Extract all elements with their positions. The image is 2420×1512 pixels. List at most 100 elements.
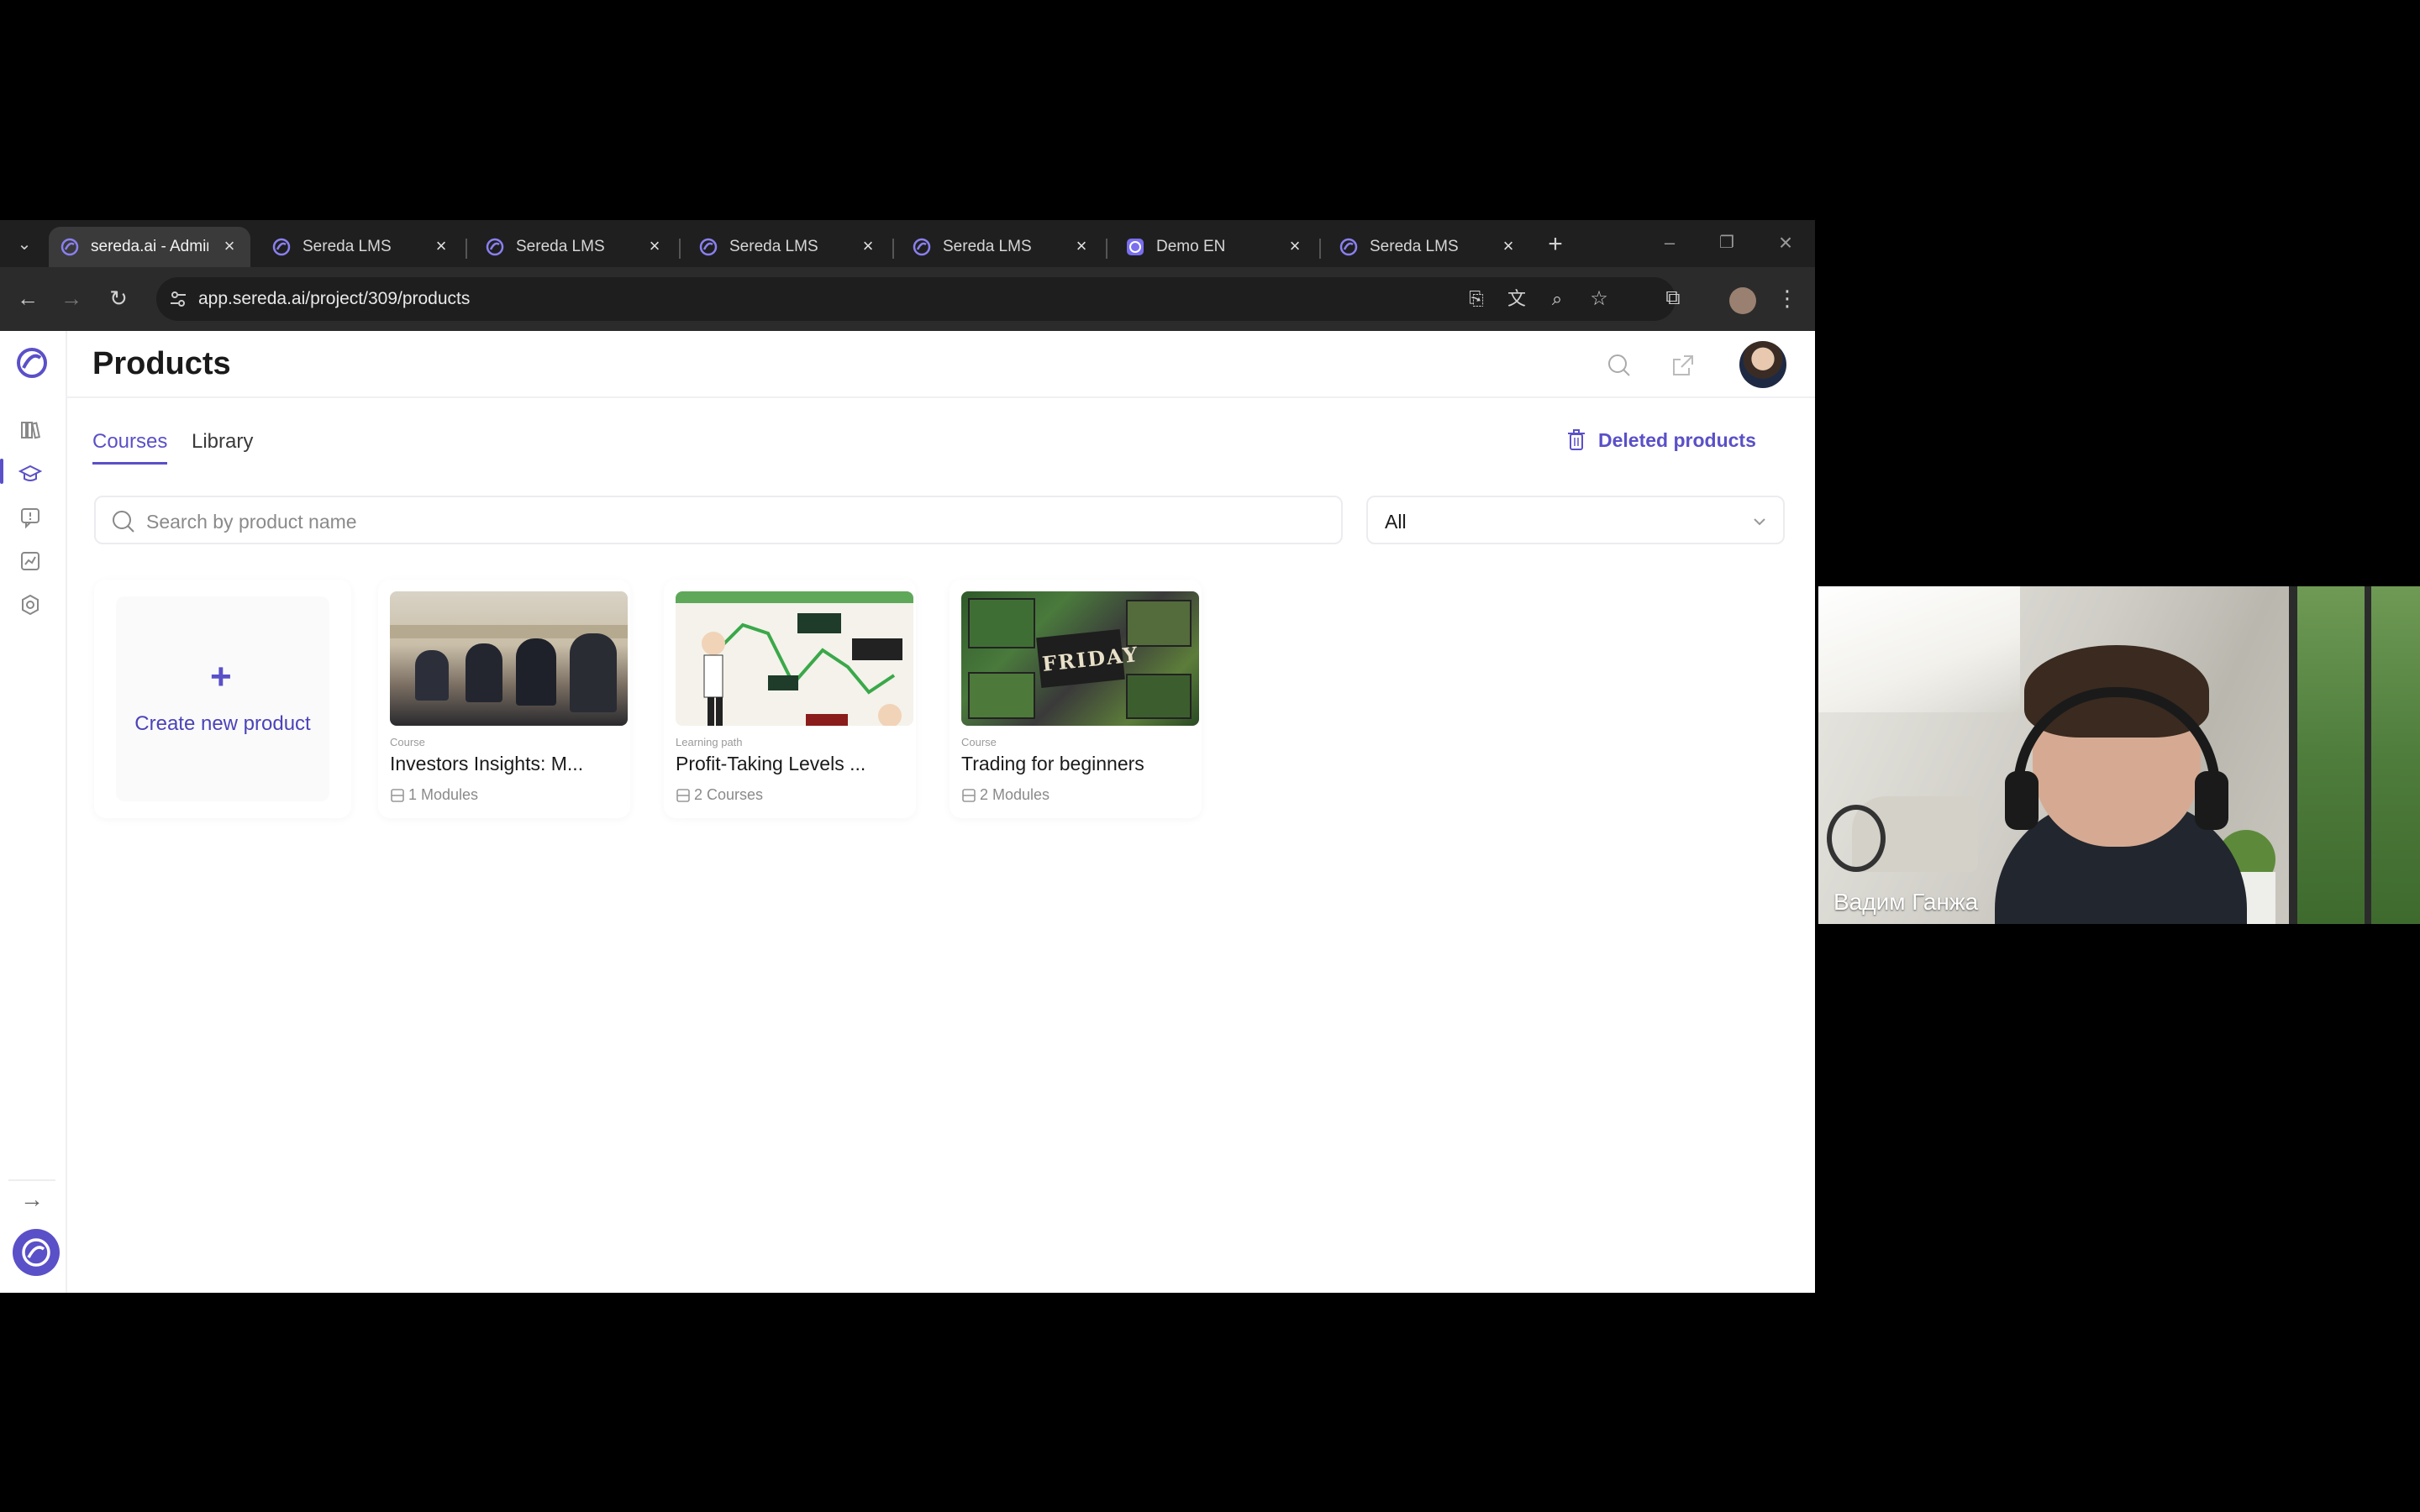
window-frame — [2289, 586, 2297, 924]
restore-icon[interactable]: ❐ — [1712, 228, 1741, 257]
close-icon[interactable]: × — [1499, 237, 1518, 255]
browser-tab-5[interactable]: Sereda LMS × — [901, 227, 1102, 267]
modules-icon — [962, 788, 976, 802]
product-meta-text: 2 Courses — [694, 786, 764, 803]
active-indicator — [0, 459, 3, 484]
sereda-favicon-icon — [1339, 238, 1358, 256]
browser-toolbar: ← → ↻ app.sereda.ai/project/309/products… — [0, 267, 1815, 331]
close-icon[interactable]: × — [432, 237, 450, 255]
translate-icon[interactable]: 文 — [1502, 285, 1531, 313]
search-field[interactable] — [94, 496, 1343, 544]
settings-gear-icon[interactable] — [18, 593, 42, 617]
demo-favicon-icon — [1127, 239, 1144, 255]
browser-tab-title: Sereda LMS — [1370, 238, 1459, 255]
product-card[interactable]: Learning path Profit-Taking Levels ... 2… — [664, 580, 916, 818]
deleted-products-label: Deleted products — [1598, 428, 1756, 451]
skylight — [1818, 586, 2020, 712]
external-link-icon[interactable] — [1670, 353, 1696, 378]
window-close-icon[interactable]: × — [1771, 228, 1800, 257]
product-name: Profit-Taking Levels ... — [676, 753, 866, 774]
modules-icon — [391, 788, 404, 802]
install-app-icon[interactable]: ⎘ — [1462, 285, 1491, 313]
close-icon[interactable]: × — [220, 237, 239, 255]
browser-tab-title: Sereda LMS — [943, 238, 1032, 255]
browser-menu-icon[interactable]: ⋮ — [1773, 284, 1802, 312]
product-meta-text: 2 Modules — [980, 786, 1050, 803]
sidebar-divider — [8, 1179, 55, 1181]
feedback-icon[interactable] — [18, 506, 42, 529]
headphone-cup-right — [2195, 771, 2228, 830]
product-name: Investors Insights: M... — [390, 753, 584, 774]
product-meta: 2 Courses — [676, 786, 763, 804]
search-icon[interactable] — [1607, 353, 1632, 378]
analytics-icon[interactable] — [18, 549, 42, 573]
browser-tab-title: Sereda LMS — [302, 238, 392, 255]
back-arrow-icon[interactable]: ← — [13, 284, 42, 312]
graduation-cap-icon[interactable] — [18, 462, 42, 486]
tab-divider — [679, 239, 681, 259]
chevron-down-icon — [1754, 518, 1765, 526]
browser-tab-2[interactable]: Sereda LMS × — [260, 227, 462, 267]
new-tab-plus-icon[interactable]: + — [1541, 230, 1570, 259]
sereda-logo-icon[interactable] — [15, 346, 49, 380]
minimize-icon[interactable]: – — [1655, 228, 1684, 257]
address-bar[interactable]: app.sereda.ai/project/309/products ⎘ 文 ⌕… — [156, 277, 1676, 321]
close-icon[interactable]: × — [1286, 237, 1304, 255]
zoom-icon[interactable]: ⌕ — [1543, 285, 1571, 313]
search-input[interactable] — [146, 509, 1306, 534]
product-meta: 2 Modules — [961, 786, 1050, 804]
close-icon[interactable]: × — [859, 237, 877, 255]
tab-divider — [466, 239, 467, 259]
sereda-assistant-icon[interactable] — [12, 1228, 60, 1277]
browser-tab-3[interactable]: Sereda LMS × — [474, 227, 676, 267]
forward-arrow-icon[interactable]: → — [57, 284, 86, 312]
courses-icon — [676, 788, 690, 802]
sereda-favicon-icon — [272, 238, 291, 256]
profile-avatar[interactable] — [1729, 287, 1756, 314]
browser-window: ⌄ sereda.ai - Admin × Sereda LMS × Sered… — [0, 220, 1815, 1293]
extensions-icon[interactable]: ⧉ — [1659, 284, 1687, 312]
product-card[interactable]: FRIDAY Course Trading for beginners 2 Mo… — [950, 580, 1202, 818]
browser-tab-title: sereda.ai - Admin — [91, 238, 208, 255]
browser-tab-4[interactable]: Sereda LMS × — [687, 227, 889, 267]
tab-courses[interactable]: Courses — [92, 430, 168, 465]
product-type: Course — [961, 736, 997, 748]
create-product-area — [116, 596, 329, 801]
product-thumbnail — [676, 591, 913, 726]
deleted-products-button[interactable]: Deleted products — [1566, 428, 1756, 452]
product-meta: 1 Modules — [390, 786, 478, 804]
browser-tab-1[interactable]: sereda.ai - Admin × — [49, 227, 250, 267]
reload-icon[interactable]: ↻ — [104, 284, 133, 312]
sidebar: → — [0, 331, 67, 1293]
tab-divider — [892, 239, 894, 259]
browser-tab-title: Sereda LMS — [516, 238, 605, 255]
product-name: Trading for beginners — [961, 753, 1144, 774]
close-icon[interactable]: × — [645, 237, 664, 255]
product-type-select[interactable]: All — [1366, 496, 1785, 544]
browser-tab-title: Sereda LMS — [729, 238, 818, 255]
headphone-cup-left — [2005, 771, 2039, 830]
product-type: Learning path — [676, 736, 743, 748]
user-avatar[interactable] — [1739, 341, 1786, 388]
site-info-icon[interactable] — [168, 289, 188, 309]
library-books-icon[interactable] — [18, 418, 42, 442]
expand-sidebar-arrow-icon[interactable]: → — [18, 1186, 45, 1213]
search-icon — [113, 511, 134, 533]
product-card[interactable]: Course Investors Insights: M... 1 Module… — [378, 580, 630, 818]
browser-tab-7[interactable]: Sereda LMS × — [1328, 227, 1529, 267]
sereda-favicon-icon — [60, 238, 79, 256]
create-product-card[interactable]: + Create new product — [94, 580, 351, 818]
create-product-label: Create new product — [134, 712, 311, 735]
product-thumbnail — [390, 591, 628, 726]
close-icon[interactable]: × — [1072, 237, 1091, 255]
bookmark-star-icon[interactable]: ☆ — [1585, 285, 1613, 313]
tab-divider — [1106, 239, 1107, 259]
plus-icon: + — [210, 656, 232, 697]
app-root: → Products Courses Library Deleted produ… — [0, 331, 1815, 1293]
sereda-favicon-icon — [699, 238, 718, 256]
tab-library[interactable]: Library — [192, 430, 253, 454]
browser-tab-6[interactable]: Demo EN × — [1114, 227, 1316, 267]
tab-search-chevron-icon[interactable]: ⌄ — [10, 230, 39, 259]
tab-divider — [1319, 239, 1321, 259]
participant-name: Вадим Ганжа — [1833, 889, 1979, 915]
